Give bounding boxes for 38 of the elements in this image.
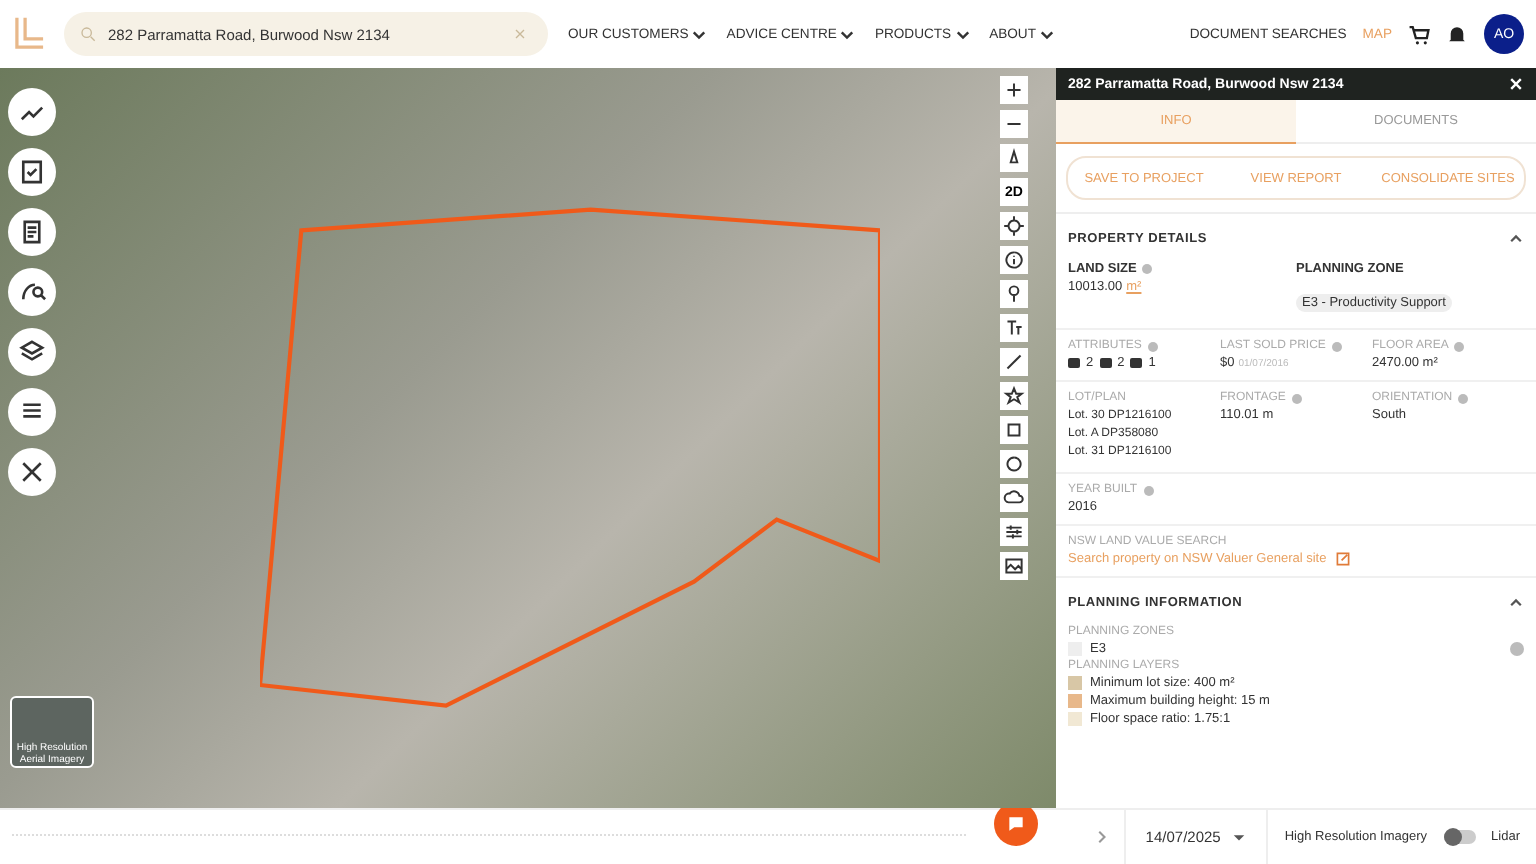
locate-icon[interactable] — [1000, 212, 1028, 240]
car-icon — [1130, 358, 1143, 368]
circle-icon[interactable] — [1000, 450, 1028, 478]
info-icon[interactable] — [1000, 246, 1028, 274]
sliders-icon[interactable] — [1000, 518, 1028, 546]
text-icon[interactable] — [1000, 314, 1028, 342]
cart-icon[interactable] — [1408, 23, 1430, 45]
search-icon[interactable] — [8, 268, 56, 316]
clipboard-icon[interactable] — [8, 208, 56, 256]
line-icon[interactable] — [1000, 348, 1028, 376]
chat-icon — [1005, 811, 1026, 835]
cloud-icon[interactable] — [1000, 484, 1028, 512]
bath-icon — [1099, 358, 1112, 368]
caret-icon — [692, 27, 707, 41]
compass-icon[interactable] — [1000, 144, 1028, 172]
chevron-icon[interactable] — [1508, 594, 1524, 610]
bed-icon — [1068, 358, 1080, 368]
external-link-icon[interactable] — [1336, 552, 1351, 566]
list-icon[interactable] — [8, 388, 56, 436]
zoom-out-icon[interactable] — [1000, 110, 1028, 138]
zoom-in-icon[interactable] — [1000, 76, 1028, 104]
chevron-icon[interactable] — [1508, 230, 1524, 246]
caret-icon — [1232, 830, 1247, 844]
pin-icon[interactable] — [1000, 280, 1028, 308]
bell-icon[interactable] — [1446, 23, 1468, 45]
caret-icon — [840, 27, 855, 41]
star-icon[interactable] — [1000, 382, 1028, 410]
square-icon[interactable] — [1000, 416, 1028, 444]
close-icon[interactable] — [1508, 76, 1524, 92]
caret-icon — [1040, 27, 1054, 41]
timeline-track[interactable] — [12, 834, 966, 840]
caret-icon — [955, 27, 970, 41]
search-icon — [80, 26, 96, 42]
image-icon[interactable] — [1000, 552, 1028, 580]
layers-icon[interactable] — [8, 328, 56, 376]
tools-icon[interactable] — [8, 448, 56, 496]
checklist-icon[interactable] — [8, 148, 56, 196]
lidar-toggle[interactable] — [1443, 830, 1476, 844]
